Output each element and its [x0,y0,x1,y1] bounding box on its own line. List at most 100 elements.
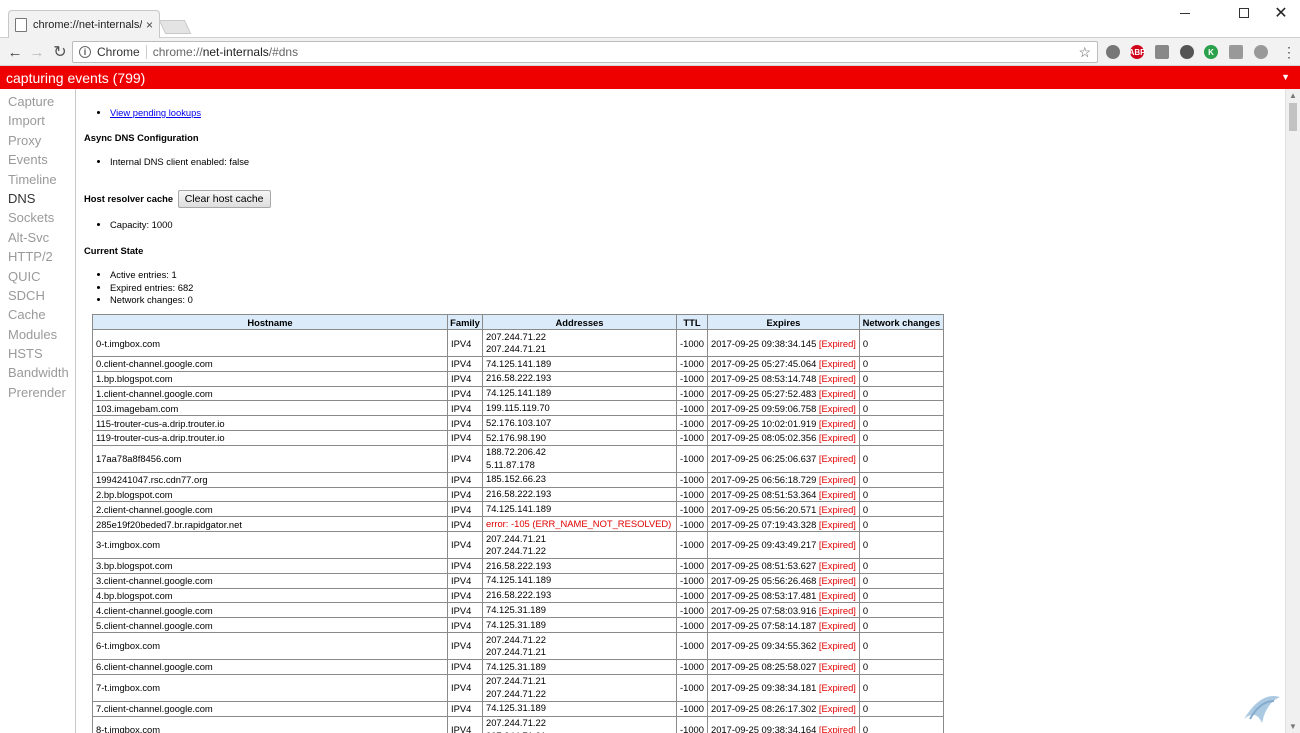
table-row: 103.imagebam.com IPV4 199.115.119.70 -1000 2… [92,400,944,417]
ttl-cell: -1000 [676,572,708,589]
view-pending-lookups-link[interactable]: View pending lookups [110,107,201,118]
family-cell: IPV4 [447,658,483,675]
sidebar-item-events[interactable]: Events [0,150,75,169]
sidebar-item-alt-svc[interactable]: Alt-Svc [0,228,75,247]
expires-cell: 2017-09-25 09:34:55.362 [Expired] [707,631,860,660]
addresses-cell: 216.58.222.193 [482,370,677,387]
ttl-cell: -1000 [676,715,708,733]
addresses-cell: 207.244.71.21 207.244.71.22 [482,673,677,702]
sidebar-item-import[interactable]: Import [0,111,75,130]
sidebar-item-sockets[interactable]: Sockets [0,208,75,227]
scroll-thumb[interactable] [1289,103,1297,131]
hostname-cell: 1994241047.rsc.cdn77.org [92,471,448,488]
expired-tag: [Expired] [818,619,856,631]
address-value: 199.115.119.70 [486,402,550,414]
sidebar-item-prerender[interactable]: Prerender [0,383,75,402]
watermark-logo-icon [1244,695,1280,723]
sidebar-item-quic[interactable]: QUIC [0,267,75,286]
expires-cell: 2017-09-25 05:56:26.468 [Expired] [707,572,860,589]
sidebar-item-sdch[interactable]: SDCH [0,286,75,305]
scroll-up-icon[interactable]: ▲ [1289,91,1297,100]
table-row: 285e19f20beded7.br.rapidgator.net IPV4 err… [92,516,944,532]
table-row: 6.client-channel.google.com IPV4 74.125.31… [92,658,944,675]
reload-icon[interactable]: ↻ [50,42,70,62]
address-value: 207.244.71.22 [486,717,546,729]
address-value: 216.58.222.193 [486,488,552,500]
url-text: chrome://net-internals/#dns [152,45,299,59]
ttl-cell: -1000 [676,400,708,417]
extension-icon[interactable] [1155,45,1169,59]
extension-icon[interactable] [1229,45,1243,59]
sidebar-item-bandwidth[interactable]: Bandwidth [0,363,75,382]
addresses-cell: 74.125.141.189 [482,385,677,402]
family-cell: IPV4 [447,715,483,733]
address-bar[interactable]: i Chrome chrome://net-internals/#dns ☆ [72,41,1098,63]
sidebar-item-capture[interactable]: Capture [0,92,75,111]
sidebar-item-hsts[interactable]: HSTS [0,344,75,363]
network-changes-cell: 0 [858,658,944,675]
expires-time: 2017-09-25 09:34:55.362 [711,640,819,652]
expires-cell: 2017-09-25 05:27:52.483 [Expired] [707,385,860,402]
dropdown-arrow-icon[interactable]: ▼ [1281,72,1290,82]
async-dns-heading: Async DNS Configuration [84,132,199,143]
sidebar-item-cache[interactable]: Cache [0,305,75,324]
forward-icon[interactable]: → [27,42,47,62]
dns-panel: View pending lookups Async DNS Configura… [84,89,1256,733]
table-row: 3-t.imgbox.com IPV4 207.244.71.21 207.244.7… [92,530,944,559]
expires-time: 2017-09-25 05:56:20.571 [711,503,819,515]
family-cell: IPV4 [447,673,483,702]
column-header-addresses: Addresses [482,314,677,330]
network-changes-cell: 0 [858,673,944,702]
expires-time: 2017-09-25 07:58:03.916 [711,604,819,616]
table-row: 5.client-channel.google.com IPV4 74.125.31… [92,617,944,633]
family-cell: IPV4 [447,530,483,559]
expires-time: 2017-09-25 05:27:45.064 [711,358,819,370]
extension-icon[interactable] [1106,45,1120,59]
site-info-icon[interactable]: i [79,46,91,58]
expires-time: 2017-09-25 08:53:17.481 [711,589,819,601]
extension-k-icon[interactable]: K [1204,45,1218,59]
expires-cell: 2017-09-25 08:51:53.627 [Expired] [707,557,860,574]
extension-icon[interactable] [1180,45,1194,59]
close-tab-icon[interactable]: × [146,18,153,32]
vertical-scrollbar[interactable]: ▲ ▼ [1285,89,1300,733]
new-tab-button[interactable] [158,20,192,34]
hostname-cell: 6-t.imgbox.com [92,631,448,660]
address-value: 207.244.71.22 [486,687,546,699]
sidebar-item-modules[interactable]: Modules [0,325,75,344]
scroll-down-icon[interactable]: ▼ [1289,722,1297,731]
table-row: 0.client-channel.google.com IPV4 74.125.14… [92,356,944,372]
table-row: 115-trouter-cus-a.drip.trouter.io IPV4 52.… [92,415,944,431]
hostname-cell: 3.bp.blogspot.com [92,557,448,574]
network-changes-cell: 0 [858,587,944,604]
clear-host-cache-button[interactable]: Clear host cache [177,190,271,208]
hostname-cell: 3-t.imgbox.com [92,530,448,559]
capture-status-banner: capturing events (799) ▼ [0,66,1300,89]
minimize-button[interactable] [1162,0,1208,26]
extension-icon[interactable] [1254,45,1268,59]
menu-icon[interactable]: ⋮ [1282,44,1296,61]
bookmark-star-icon[interactable]: ☆ [1078,44,1091,61]
table-row: 7-t.imgbox.com IPV4 207.244.71.21 207.244.7… [92,673,944,702]
browser-tab[interactable]: chrome://net-internals/# × [8,10,160,38]
address-value: 5.11.87.178 [486,458,535,470]
expired-tag: [Expired] [818,682,856,694]
sidebar-item-dns[interactable]: DNS [0,189,75,208]
family-cell: IPV4 [447,700,483,717]
expired-tag: [Expired] [818,503,856,515]
family-cell: IPV4 [447,501,483,518]
table-row: 6-t.imgbox.com IPV4 207.244.71.22 207.244.7… [92,631,944,660]
host-cache-table: Hostname Family Addresses TTL Expires Network… [92,314,944,733]
expires-time: 2017-09-25 09:43:49.217 [711,539,819,551]
sidebar-item-http-2[interactable]: HTTP/2 [0,247,75,266]
expired-tag: [Expired] [818,518,856,530]
sidebar-item-proxy[interactable]: Proxy [0,131,75,150]
family-cell: IPV4 [447,356,483,372]
back-icon[interactable]: ← [5,42,25,62]
sidebar-item-timeline[interactable]: Timeline [0,170,75,189]
adblock-icon[interactable]: ABP [1129,45,1145,59]
hostname-cell: 6.client-channel.google.com [92,658,448,675]
expired-entries: Expired entries: 682 [110,282,193,295]
family-cell: IPV4 [447,587,483,604]
close-window-button[interactable]: ✕ [1258,0,1300,26]
